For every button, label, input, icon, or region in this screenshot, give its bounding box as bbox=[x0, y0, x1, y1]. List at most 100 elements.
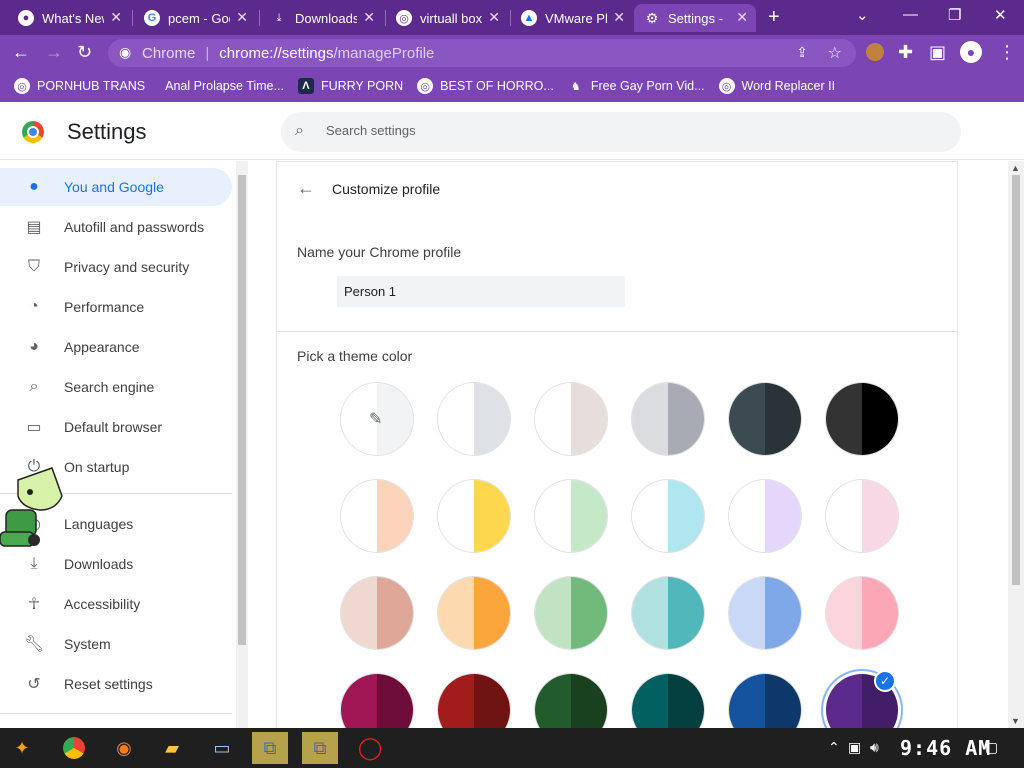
theme-color-swatch[interactable] bbox=[535, 480, 607, 552]
search-settings-box[interactable]: ⌕ bbox=[281, 112, 961, 152]
network-tray-icon[interactable]: ▣ bbox=[848, 739, 861, 756]
network-icon[interactable]: ⧉ bbox=[302, 732, 338, 764]
tab-title: virtuall box bbox=[420, 10, 482, 26]
monitor-icon[interactable]: ▭ bbox=[204, 732, 240, 764]
sidebar-item-appearance[interactable]: ◕ Appearance bbox=[0, 328, 232, 366]
close-window-icon[interactable]: ✕ bbox=[994, 6, 1007, 24]
theme-color-swatch[interactable] bbox=[438, 480, 510, 552]
sidebar-item-system[interactable]: 🔧︎ System bbox=[0, 625, 232, 663]
sidebar-item-label: Performance bbox=[64, 299, 145, 315]
tab-downloads[interactable]: ⤓ Downloads ✕ bbox=[261, 4, 383, 32]
reload-icon[interactable]: ↻ bbox=[77, 42, 92, 63]
custom-color-swatch[interactable]: ✎ bbox=[341, 383, 413, 455]
tab-pcem-google[interactable]: G pcem - Google ✕ bbox=[134, 4, 256, 32]
chrome-icon[interactable] bbox=[56, 732, 92, 764]
theme-color-swatch[interactable] bbox=[341, 577, 413, 649]
extensions-puzzle-icon[interactable]: ✚ bbox=[898, 42, 913, 63]
close-icon[interactable]: ✕ bbox=[488, 9, 500, 26]
start-icon[interactable]: ✦ bbox=[4, 732, 40, 764]
bookmark-item[interactable]: ◎ BEST OF HORRO... bbox=[417, 78, 554, 94]
sidebar-item-label: Autofill and passwords bbox=[64, 219, 205, 235]
theme-color-swatch[interactable] bbox=[535, 577, 607, 649]
folder-icon[interactable]: ▰ bbox=[154, 732, 190, 764]
volume-icon[interactable]: 🔊︎ bbox=[870, 739, 879, 756]
sidebar-item-you-and-google[interactable]: ● You and Google bbox=[0, 168, 232, 206]
firefox-icon[interactable]: ◉ bbox=[106, 732, 142, 764]
bookmark-item[interactable]: Anal Prolapse Time... bbox=[165, 79, 284, 93]
sidebar-item-privacy[interactable]: ⛉ Privacy and security bbox=[0, 248, 232, 286]
search-input[interactable] bbox=[326, 123, 926, 138]
scroll-up-icon[interactable]: ▲ bbox=[1011, 163, 1020, 173]
theme-color-swatch[interactable] bbox=[826, 383, 898, 455]
swatch-right-half bbox=[765, 577, 801, 649]
tab-vmware[interactable]: ▲ VMware Pl ✕ bbox=[511, 4, 633, 32]
opera-icon[interactable]: ◯ bbox=[352, 732, 388, 764]
swatch-left-half bbox=[438, 480, 474, 552]
theme-color-swatch[interactable] bbox=[632, 577, 704, 649]
bookmark-star-icon[interactable]: ☆ bbox=[828, 43, 842, 63]
theme-color-swatch[interactable] bbox=[729, 480, 801, 552]
scrollbar-thumb[interactable] bbox=[238, 175, 246, 645]
theme-color-swatch[interactable] bbox=[438, 383, 510, 455]
back-icon[interactable]: ← bbox=[12, 42, 30, 63]
bookmark-item[interactable]: Λ FURRY PORN bbox=[297, 78, 403, 94]
network-icon[interactable]: ⧉ bbox=[252, 732, 288, 764]
tab-virtualbox[interactable]: ◎ virtuall box ✕ bbox=[386, 4, 508, 32]
address-bar[interactable]: ◉ Chrome | chrome://settings/manageProfi… bbox=[108, 39, 856, 67]
menu-icon[interactable]: ⋮ bbox=[998, 42, 1016, 63]
sidebar-item-reset-settings[interactable]: ↺ Reset settings bbox=[0, 665, 232, 703]
side-panel-icon[interactable]: ▣ bbox=[929, 42, 946, 63]
swatch-right-half bbox=[474, 577, 510, 649]
close-icon[interactable]: ✕ bbox=[110, 9, 122, 26]
tab-whats-new[interactable]: ● What's New ✕ bbox=[8, 4, 130, 32]
bookmark-item[interactable]: ♞ Free Gay Porn Vid... bbox=[568, 78, 705, 94]
tab-settings[interactable]: ⚙ Settings - ✕ bbox=[634, 4, 756, 32]
tab-search-icon[interactable]: ⌄ bbox=[856, 6, 869, 24]
close-icon[interactable]: ✕ bbox=[363, 9, 375, 26]
sidebar-item-performance[interactable]: ◔ Performance bbox=[0, 288, 232, 326]
scrollbar-thumb[interactable] bbox=[1012, 175, 1020, 585]
sidebar-scrollbar[interactable] bbox=[236, 161, 248, 728]
minimize-icon[interactable]: — bbox=[903, 6, 918, 23]
sidebar-item-label: Privacy and security bbox=[64, 259, 190, 275]
sidebar-item-label: Default browser bbox=[64, 419, 163, 435]
new-tab-button[interactable]: + bbox=[768, 6, 780, 29]
sidebar-item-autofill[interactable]: ▤ Autofill and passwords bbox=[0, 208, 232, 246]
sidebar-item-label: Languages bbox=[64, 516, 134, 532]
sidebar-item-search-engine[interactable]: ⌕ Search engine bbox=[0, 368, 232, 406]
scroll-down-icon[interactable]: ▼ bbox=[1011, 716, 1020, 726]
theme-color-swatch[interactable] bbox=[535, 383, 607, 455]
theme-color-swatch[interactable] bbox=[632, 480, 704, 552]
selected-check-icon: ✓ bbox=[874, 670, 896, 692]
share-icon[interactable]: ⇪ bbox=[796, 44, 808, 61]
close-icon[interactable]: ✕ bbox=[736, 9, 748, 26]
restore-icon[interactable]: ❐ bbox=[948, 6, 961, 24]
forward-icon[interactable]: → bbox=[45, 42, 63, 63]
extension-avatar-icon[interactable] bbox=[866, 43, 884, 61]
bookmark-item[interactable]: ◎ PORNHUB TRANS bbox=[14, 78, 145, 94]
back-arrow-icon[interactable]: ← bbox=[297, 178, 315, 199]
tray-chevron-icon[interactable]: ⌃ bbox=[828, 739, 840, 756]
bookmark-item[interactable]: ◎ Word Replacer II bbox=[718, 78, 836, 94]
sidebar-item-default-browser[interactable]: ▭ Default browser bbox=[0, 408, 232, 446]
bookmark-label: Word Replacer II bbox=[741, 79, 836, 93]
theme-color-swatch[interactable] bbox=[438, 577, 510, 649]
theme-color-swatch[interactable] bbox=[729, 383, 801, 455]
theme-color-swatch[interactable] bbox=[826, 480, 898, 552]
close-icon[interactable]: ✕ bbox=[613, 9, 625, 26]
theme-color-swatch[interactable] bbox=[729, 577, 801, 649]
close-icon[interactable]: ✕ bbox=[236, 9, 248, 26]
profile-icon[interactable]: ● bbox=[960, 41, 982, 63]
taskbar-clock[interactable]: 9:46 AM bbox=[900, 736, 991, 760]
profile-name-field[interactable] bbox=[337, 276, 625, 307]
theme-color-swatch[interactable] bbox=[341, 480, 413, 552]
sidebar-item-label: On startup bbox=[64, 459, 130, 475]
page-scrollbar[interactable]: ▲ ▼ bbox=[1008, 161, 1024, 728]
notifications-icon[interactable]: ▢ bbox=[985, 739, 998, 756]
theme-color-swatch[interactable] bbox=[826, 577, 898, 649]
theme-color-swatch[interactable] bbox=[632, 383, 704, 455]
card-title: Customize profile bbox=[332, 181, 441, 197]
sidebar-item-accessibility[interactable]: ☥ Accessibility bbox=[0, 585, 232, 623]
accessibility-icon: ☥ bbox=[28, 596, 40, 613]
swatch-right-half bbox=[474, 480, 510, 552]
